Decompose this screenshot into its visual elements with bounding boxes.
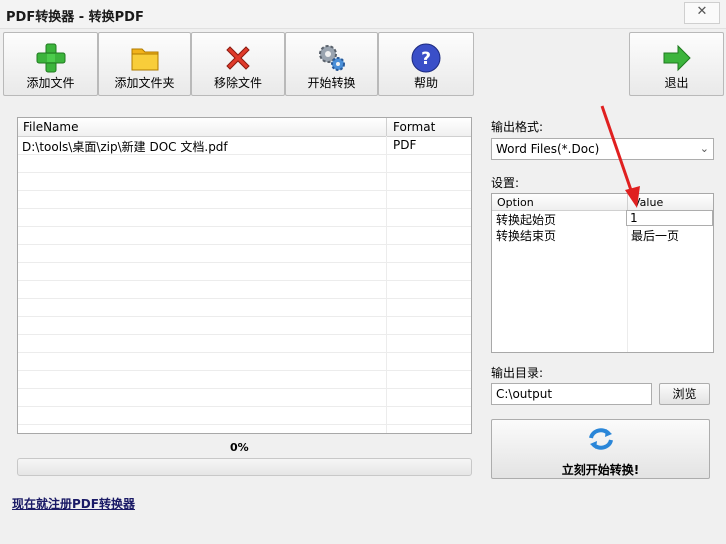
output-format-label: 输出格式: bbox=[491, 120, 544, 134]
remove-file-button[interactable]: 移除文件 bbox=[191, 32, 285, 96]
table-row bbox=[18, 227, 471, 245]
table-row bbox=[18, 245, 471, 263]
settings-label: 设置: bbox=[491, 176, 520, 190]
table-row bbox=[18, 407, 471, 425]
file-list-table[interactable]: FileName Format D:\tools\桌面\zip\新建 DOC 文… bbox=[17, 117, 472, 434]
browse-button[interactable]: 浏览 bbox=[659, 383, 710, 405]
output-dir-value: C:\output bbox=[496, 387, 553, 401]
exit-label: 退出 bbox=[664, 76, 689, 90]
table-row bbox=[18, 173, 471, 191]
table-row[interactable]: D:\tools\桌面\zip\新建 DOC 文档.pdf PDF bbox=[18, 137, 471, 155]
refresh-arrows-icon bbox=[589, 428, 613, 450]
close-button[interactable]: ✕ bbox=[684, 2, 720, 24]
svg-text:?: ? bbox=[421, 49, 431, 69]
table-row bbox=[18, 317, 471, 335]
settings-row-start-page[interactable]: 转换起始页 1 bbox=[492, 210, 713, 227]
table-row bbox=[18, 155, 471, 173]
progress-percent: 0% bbox=[230, 441, 249, 454]
add-file-label: 添加文件 bbox=[26, 76, 75, 90]
window-title: PDF转换器 - 转换PDF bbox=[6, 10, 144, 25]
convert-now-label: 立刻开始转换! bbox=[561, 463, 640, 477]
start-page-input[interactable]: 1 bbox=[626, 210, 713, 226]
table-row bbox=[18, 353, 471, 371]
start-convert-button[interactable]: 开始转换 bbox=[285, 32, 378, 96]
title-bar: PDF转换器 - 转换PDF ✕ bbox=[0, 0, 726, 29]
end-page-option: 转换结束页 bbox=[496, 229, 557, 243]
file-list-header: FileName Format bbox=[18, 118, 471, 137]
annotation-arrow-icon bbox=[600, 105, 640, 208]
column-header-format[interactable]: Format bbox=[393, 120, 435, 134]
table-row bbox=[18, 389, 471, 407]
table-row bbox=[18, 371, 471, 389]
help-label: 帮助 bbox=[413, 76, 438, 90]
help-question-icon: ? bbox=[411, 43, 441, 73]
settings-table[interactable]: Option Value 转换起始页 1 转换结束页 最后一页 bbox=[491, 193, 714, 353]
add-folder-button[interactable]: 添加文件夹 bbox=[98, 32, 191, 96]
output-dir-input[interactable]: C:\output bbox=[491, 383, 652, 405]
column-divider bbox=[386, 118, 387, 136]
table-row bbox=[18, 209, 471, 227]
file-name-cell: D:\tools\桌面\zip\新建 DOC 文档.pdf bbox=[22, 140, 228, 154]
table-row bbox=[18, 263, 471, 281]
help-button[interactable]: ? 帮助 bbox=[378, 32, 474, 96]
end-page-value: 最后一页 bbox=[631, 229, 680, 243]
start-page-value: 1 bbox=[630, 211, 638, 225]
start-page-option: 转换起始页 bbox=[496, 213, 557, 227]
start-convert-label: 开始转换 bbox=[307, 76, 356, 90]
remove-file-label: 移除文件 bbox=[213, 76, 262, 90]
column-header-filename[interactable]: FileName bbox=[23, 120, 78, 134]
add-folder-label: 添加文件夹 bbox=[114, 76, 175, 90]
table-row bbox=[18, 281, 471, 299]
table-row bbox=[18, 299, 471, 317]
exit-arrow-icon bbox=[663, 44, 691, 72]
output-format-value: Word Files(*.Doc) bbox=[496, 142, 600, 156]
table-row bbox=[18, 191, 471, 209]
convert-now-button[interactable]: 立刻开始转换! bbox=[491, 419, 710, 479]
exit-button[interactable]: 退出 bbox=[629, 32, 724, 96]
settings-row-end-page[interactable]: 转换结束页 最后一页 bbox=[492, 227, 713, 243]
gears-icon bbox=[318, 45, 345, 71]
output-dir-label: 输出目录: bbox=[491, 366, 544, 380]
add-file-button[interactable]: 添加文件 bbox=[3, 32, 98, 96]
settings-column-option: Option bbox=[497, 196, 534, 209]
table-row bbox=[18, 335, 471, 353]
add-plus-icon bbox=[36, 43, 65, 73]
chevron-down-icon: ⌄ bbox=[699, 142, 709, 155]
remove-x-icon bbox=[226, 46, 250, 70]
folder-icon bbox=[131, 48, 158, 71]
progress-bar bbox=[17, 458, 472, 476]
register-link[interactable]: 现在就注册PDF转换器 bbox=[12, 495, 135, 512]
file-format-cell: PDF bbox=[393, 138, 417, 152]
